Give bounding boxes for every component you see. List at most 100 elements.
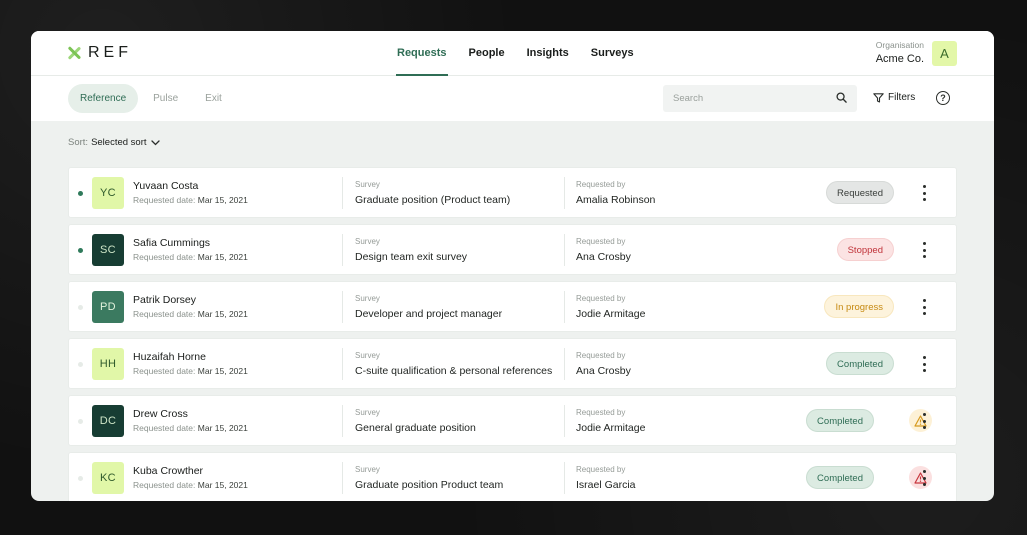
nav-item-surveys[interactable]: Surveys — [580, 31, 645, 76]
table-row[interactable]: DC Drew Cross Requested date: Mar 15, 20… — [68, 395, 957, 446]
column-divider — [342, 348, 343, 380]
table-row[interactable]: SC Safia Cummings Requested date: Mar 15… — [68, 224, 957, 275]
requested-by-label: Requested by — [576, 180, 626, 189]
search-box — [663, 85, 857, 112]
logo[interactable]: REF — [67, 44, 132, 62]
unread-dot — [78, 248, 83, 253]
person-name[interactable]: Yuvaan Costa — [133, 180, 198, 192]
requested-by-value: Israel Garcia — [576, 479, 636, 491]
avatar: PD — [92, 291, 124, 323]
unread-dot — [78, 476, 83, 481]
more-vertical-icon[interactable] — [920, 468, 928, 488]
user-avatar[interactable]: A — [932, 41, 957, 66]
unread-dot — [78, 419, 83, 424]
requested-date-value: Mar 15, 2021 — [197, 480, 248, 490]
more-vertical-icon[interactable] — [920, 297, 928, 317]
status-badge: Completed — [806, 409, 874, 432]
table-row[interactable]: HH Huzaifah Horne Requested date: Mar 15… — [68, 338, 957, 389]
survey-label: Survey — [355, 237, 380, 246]
requested-by-value: Jodie Armitage — [576, 308, 646, 320]
survey-label: Survey — [355, 351, 380, 360]
requested-by-label: Requested by — [576, 237, 626, 246]
more-vertical-icon[interactable] — [920, 411, 928, 431]
chevron-down-icon — [150, 139, 160, 145]
requested-by-label: Requested by — [576, 351, 626, 360]
person-name[interactable]: Drew Cross — [133, 408, 188, 420]
request-list: YC Yuvaan Costa Requested date: Mar 15, … — [68, 167, 957, 501]
requested-date-label: Requested date: — [133, 309, 196, 319]
requested-date-label: Requested date: — [133, 366, 196, 376]
help-icon[interactable]: ? — [936, 91, 950, 105]
column-divider — [342, 462, 343, 494]
survey-label: Survey — [355, 408, 380, 417]
column-divider — [342, 405, 343, 437]
person-name[interactable]: Patrik Dorsey — [133, 294, 196, 306]
requested-by-value: Ana Crosby — [576, 365, 631, 377]
table-row[interactable]: PD Patrik Dorsey Requested date: Mar 15,… — [68, 281, 957, 332]
sub-tabs: Reference Pulse Exit — [68, 84, 237, 113]
filters-button[interactable]: Filters — [873, 92, 915, 103]
column-divider — [564, 405, 565, 437]
more-vertical-icon[interactable] — [920, 183, 928, 203]
survey-value: C-suite qualification & personal referen… — [355, 365, 553, 377]
survey-value: Graduate position (Product team) — [355, 194, 511, 206]
search-input[interactable] — [673, 93, 836, 104]
person-name[interactable]: Huzaifah Horne — [133, 351, 206, 363]
requested-by-label: Requested by — [576, 408, 626, 417]
nav-item-requests[interactable]: Requests — [386, 31, 458, 76]
column-divider — [564, 234, 565, 266]
organisation-name: Acme Co. — [875, 53, 924, 65]
organisation-switcher[interactable]: Organisation Acme Co. — [876, 40, 924, 65]
requested-date-label: Requested date: — [133, 423, 196, 433]
tab-reference[interactable]: Reference — [68, 84, 139, 113]
avatar: KC — [92, 462, 124, 494]
column-divider — [564, 177, 565, 209]
survey-label: Survey — [355, 294, 380, 303]
requested-date: Requested date: Mar 15, 2021 — [133, 423, 248, 433]
requested-date-label: Requested date: — [133, 480, 196, 490]
table-row[interactable]: YC Yuvaan Costa Requested date: Mar 15, … — [68, 167, 957, 218]
column-divider — [564, 348, 565, 380]
requested-date: Requested date: Mar 15, 2021 — [133, 195, 248, 205]
table-row[interactable]: KC Kuba Crowther Requested date: Mar 15,… — [68, 452, 957, 501]
requested-date: Requested date: Mar 15, 2021 — [133, 252, 248, 262]
status-badge: Completed — [826, 352, 894, 375]
app-window: REF Requests People Insights Surveys Org… — [31, 31, 994, 501]
status-badge: Completed — [806, 466, 874, 489]
nav-item-people[interactable]: People — [458, 31, 516, 76]
filter-icon — [873, 92, 884, 103]
column-divider — [564, 291, 565, 323]
column-divider — [342, 234, 343, 266]
requested-by-label: Requested by — [576, 294, 626, 303]
sort-dropdown[interactable]: Sort: Selected sort — [68, 137, 160, 148]
requested-date-value: Mar 15, 2021 — [197, 309, 248, 319]
unread-dot — [78, 191, 83, 196]
column-divider — [564, 462, 565, 494]
logo-text: REF — [88, 44, 132, 61]
more-vertical-icon[interactable] — [920, 240, 928, 260]
person-name[interactable]: Safia Cummings — [133, 237, 210, 249]
requested-date: Requested date: Mar 15, 2021 — [133, 480, 248, 490]
requested-date-value: Mar 15, 2021 — [197, 195, 248, 205]
column-divider — [342, 177, 343, 209]
tab-pulse[interactable]: Pulse — [141, 84, 190, 113]
unread-dot — [78, 362, 83, 367]
survey-value: Graduate position Product team — [355, 479, 504, 491]
survey-label: Survey — [355, 465, 380, 474]
search-icon[interactable] — [836, 90, 847, 108]
survey-value: General graduate position — [355, 422, 476, 434]
requested-by-value: Ana Crosby — [576, 251, 631, 263]
requested-date-value: Mar 15, 2021 — [197, 423, 248, 433]
requested-date-value: Mar 15, 2021 — [197, 252, 248, 262]
nav-item-insights[interactable]: Insights — [516, 31, 580, 76]
filters-label: Filters — [888, 92, 916, 103]
person-name[interactable]: Kuba Crowther — [133, 465, 203, 477]
survey-label: Survey — [355, 180, 380, 189]
tab-exit[interactable]: Exit — [193, 84, 234, 113]
requested-date-value: Mar 15, 2021 — [197, 366, 248, 376]
column-divider — [342, 291, 343, 323]
unread-dot — [78, 305, 83, 310]
sort-value: Selected sort — [91, 137, 147, 148]
requested-date-label: Requested date: — [133, 252, 196, 262]
more-vertical-icon[interactable] — [920, 354, 928, 374]
